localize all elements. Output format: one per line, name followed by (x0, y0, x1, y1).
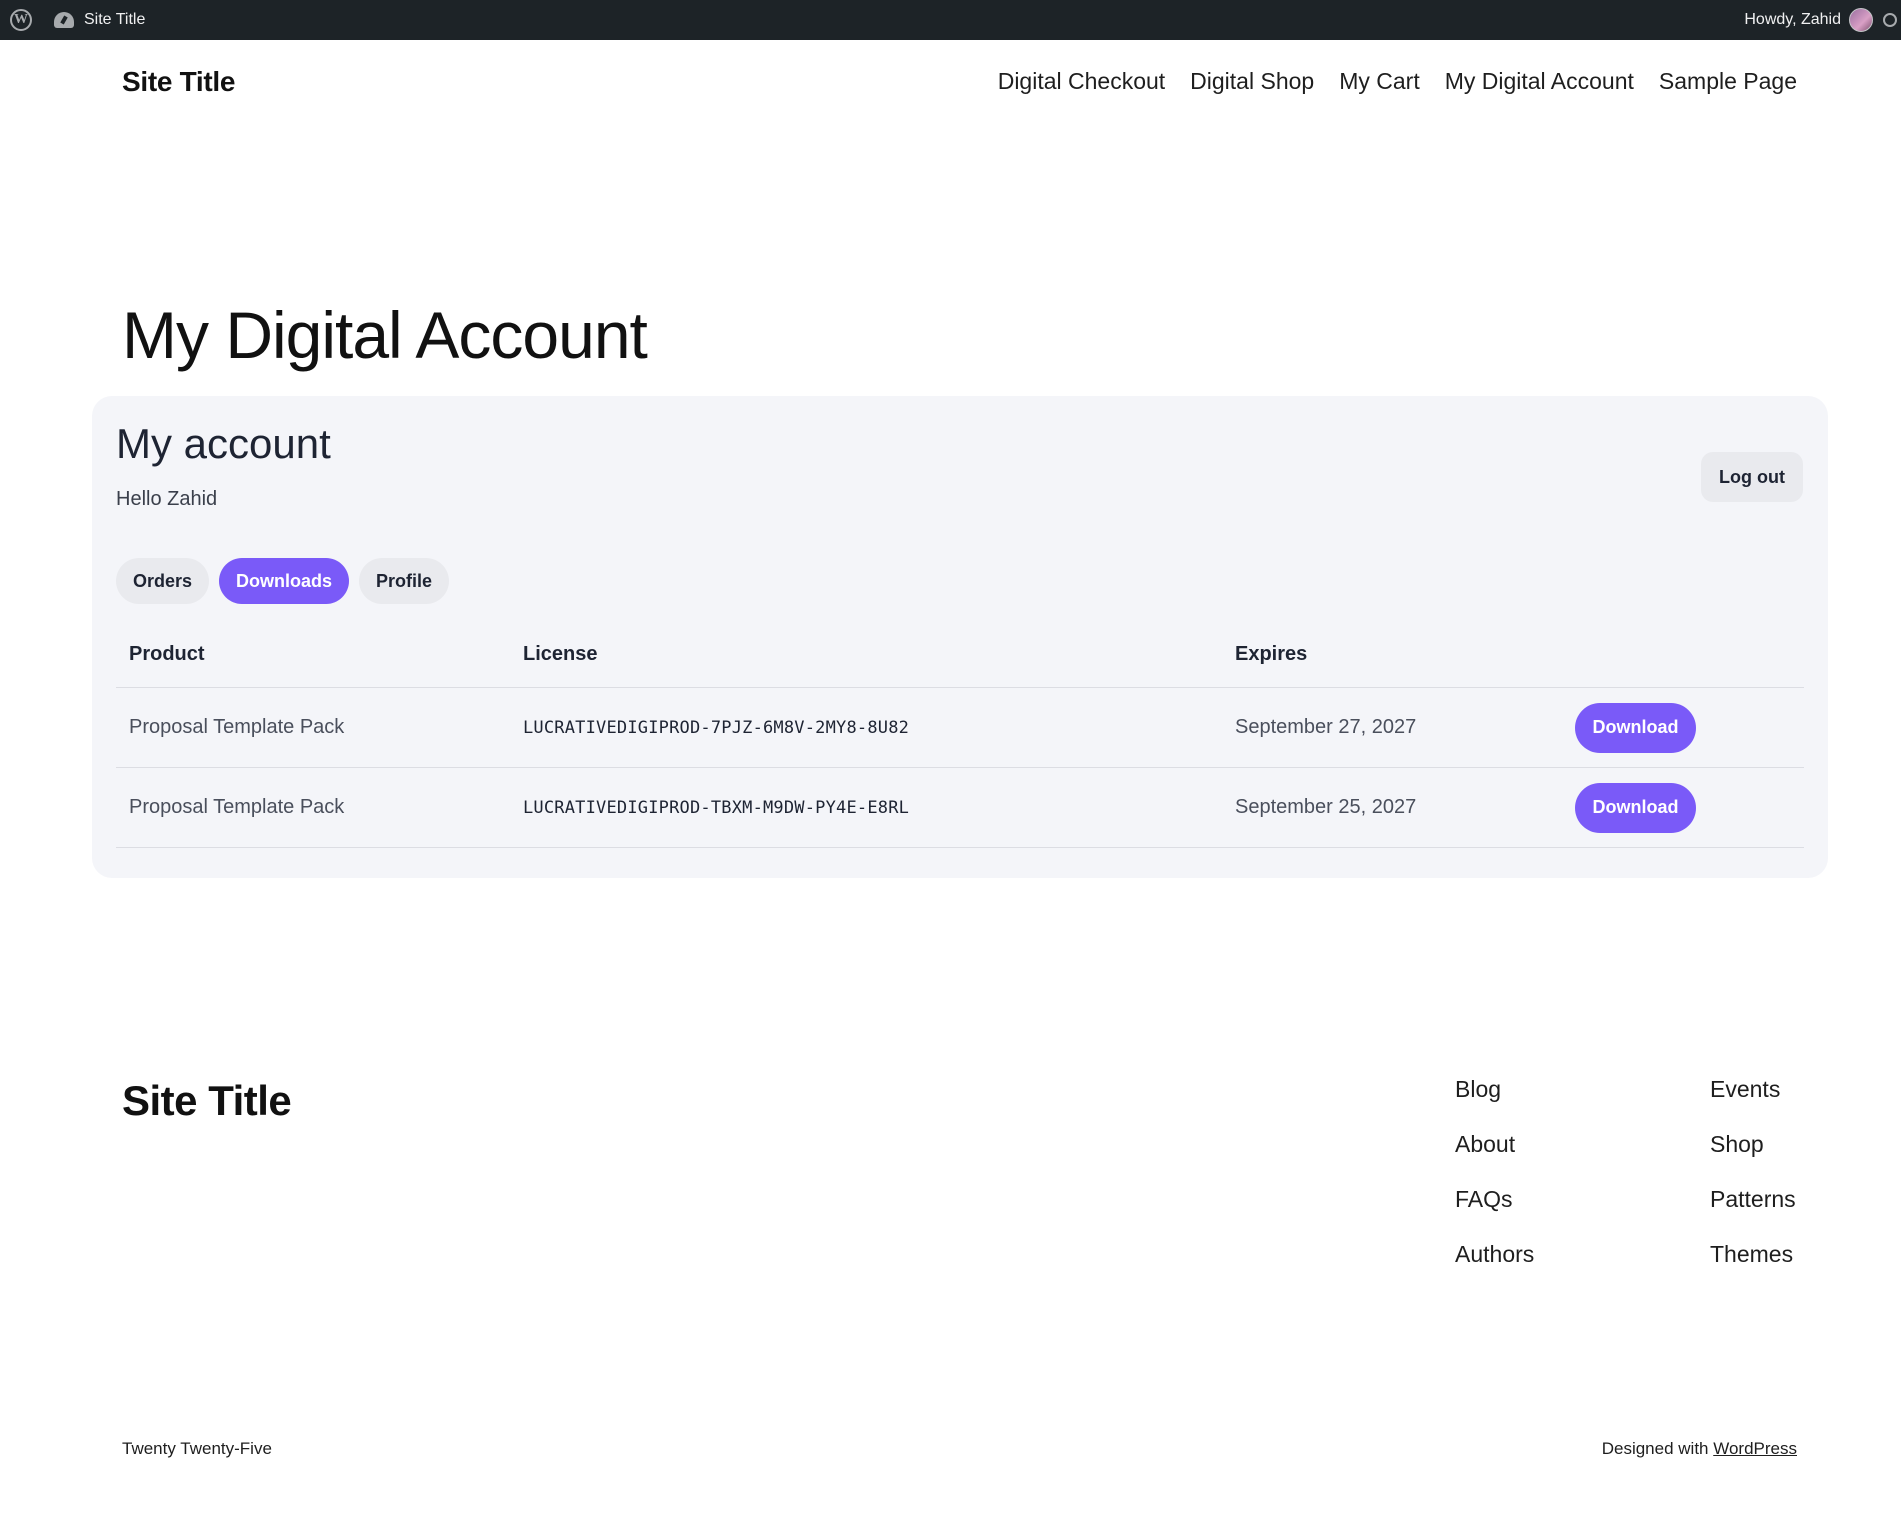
tab-profile[interactable]: Profile (359, 558, 450, 604)
avatar[interactable] (1849, 8, 1873, 32)
download-button[interactable]: Download (1575, 702, 1696, 753)
footer-link-shop[interactable]: Shop (1710, 1131, 1796, 1157)
wordpress-link[interactable]: WordPress (1713, 1439, 1797, 1458)
theme-credit: Twenty Twenty-Five (122, 1439, 272, 1458)
account-heading: My account (116, 420, 331, 467)
nav-item-my-digital-account[interactable]: My Digital Account (1445, 68, 1634, 95)
admin-bar-account: Howdy, Zahid (1744, 0, 1897, 40)
designed-prefix: Designed with (1601, 1439, 1714, 1458)
expiry-date: September 27, 2027 (1235, 716, 1417, 738)
column-header-expires: Expires (1235, 643, 1308, 665)
footer-link-faqs[interactable]: FAQs (1455, 1186, 1534, 1212)
footer-link-about[interactable]: About (1455, 1131, 1534, 1157)
logout-button[interactable]: Log out (1701, 452, 1803, 502)
tab-downloads[interactable]: Downloads (219, 558, 350, 604)
search-icon[interactable] (1883, 13, 1897, 27)
account-panel: My account Hello Zahid Log out Orders Do… (92, 396, 1828, 878)
wordpress-logo-icon[interactable]: W (10, 9, 32, 31)
designed-with-credit: Designed with WordPress (1602, 1439, 1797, 1459)
download-button[interactable]: Download (1575, 782, 1696, 833)
site-title[interactable]: Site Title (122, 66, 235, 98)
expiry-date: September 25, 2027 (1235, 796, 1417, 818)
footer-link-themes[interactable]: Themes (1710, 1241, 1796, 1267)
footer-nav-column-1: Blog About FAQs Authors (1455, 1076, 1534, 1267)
admin-bar: W Site Title Howdy, Zahid (0, 0, 1901, 40)
downloads-table: Product License Expires Proposal Templat… (116, 622, 1804, 848)
dashboard-icon[interactable] (54, 12, 74, 28)
footer-nav-column-2: Events Shop Patterns Themes (1710, 1076, 1796, 1267)
footer-site-title[interactable]: Site Title (122, 1077, 292, 1125)
footer-link-patterns[interactable]: Patterns (1710, 1186, 1796, 1212)
column-header-license: License (523, 643, 598, 665)
tab-orders[interactable]: Orders (116, 558, 210, 604)
license-key: LUCRATIVEDIGIPROD-TBXM-M9DW-PY4E-E8RL (523, 797, 910, 818)
table-header: Product License Expires (116, 622, 1804, 688)
nav-item-digital-checkout[interactable]: Digital Checkout (998, 68, 1165, 95)
nav-item-my-cart[interactable]: My Cart (1339, 68, 1420, 95)
footer-link-blog[interactable]: Blog (1455, 1076, 1534, 1102)
nav-item-sample-page[interactable]: Sample Page (1659, 68, 1797, 95)
footer-link-events[interactable]: Events (1710, 1076, 1796, 1102)
table-row: Proposal Template Pack LUCRATIVEDIGIPROD… (116, 768, 1804, 848)
admin-bar-site-link[interactable]: Site Title (84, 11, 145, 29)
product-name: Proposal Template Pack (129, 716, 345, 738)
account-greeting: Hello Zahid (116, 488, 218, 510)
table-row: Proposal Template Pack LUCRATIVEDIGIPROD… (116, 688, 1804, 768)
action-cell: Download (1562, 702, 1804, 753)
column-header-product: Product (129, 643, 205, 665)
action-cell: Download (1562, 782, 1804, 833)
primary-nav: Digital Checkout Digital Shop My Cart My… (998, 68, 1797, 95)
license-key: LUCRATIVEDIGIPROD-7PJZ-6M8V-2MY8-8U82 (523, 717, 910, 738)
admin-bar-howdy[interactable]: Howdy, Zahid (1744, 11, 1841, 29)
nav-item-digital-shop[interactable]: Digital Shop (1190, 68, 1314, 95)
footer-link-authors[interactable]: Authors (1455, 1241, 1534, 1267)
account-tabs: Orders Downloads Profile (116, 558, 450, 604)
product-name: Proposal Template Pack (129, 796, 345, 818)
page-title: My Digital Account (122, 298, 648, 372)
